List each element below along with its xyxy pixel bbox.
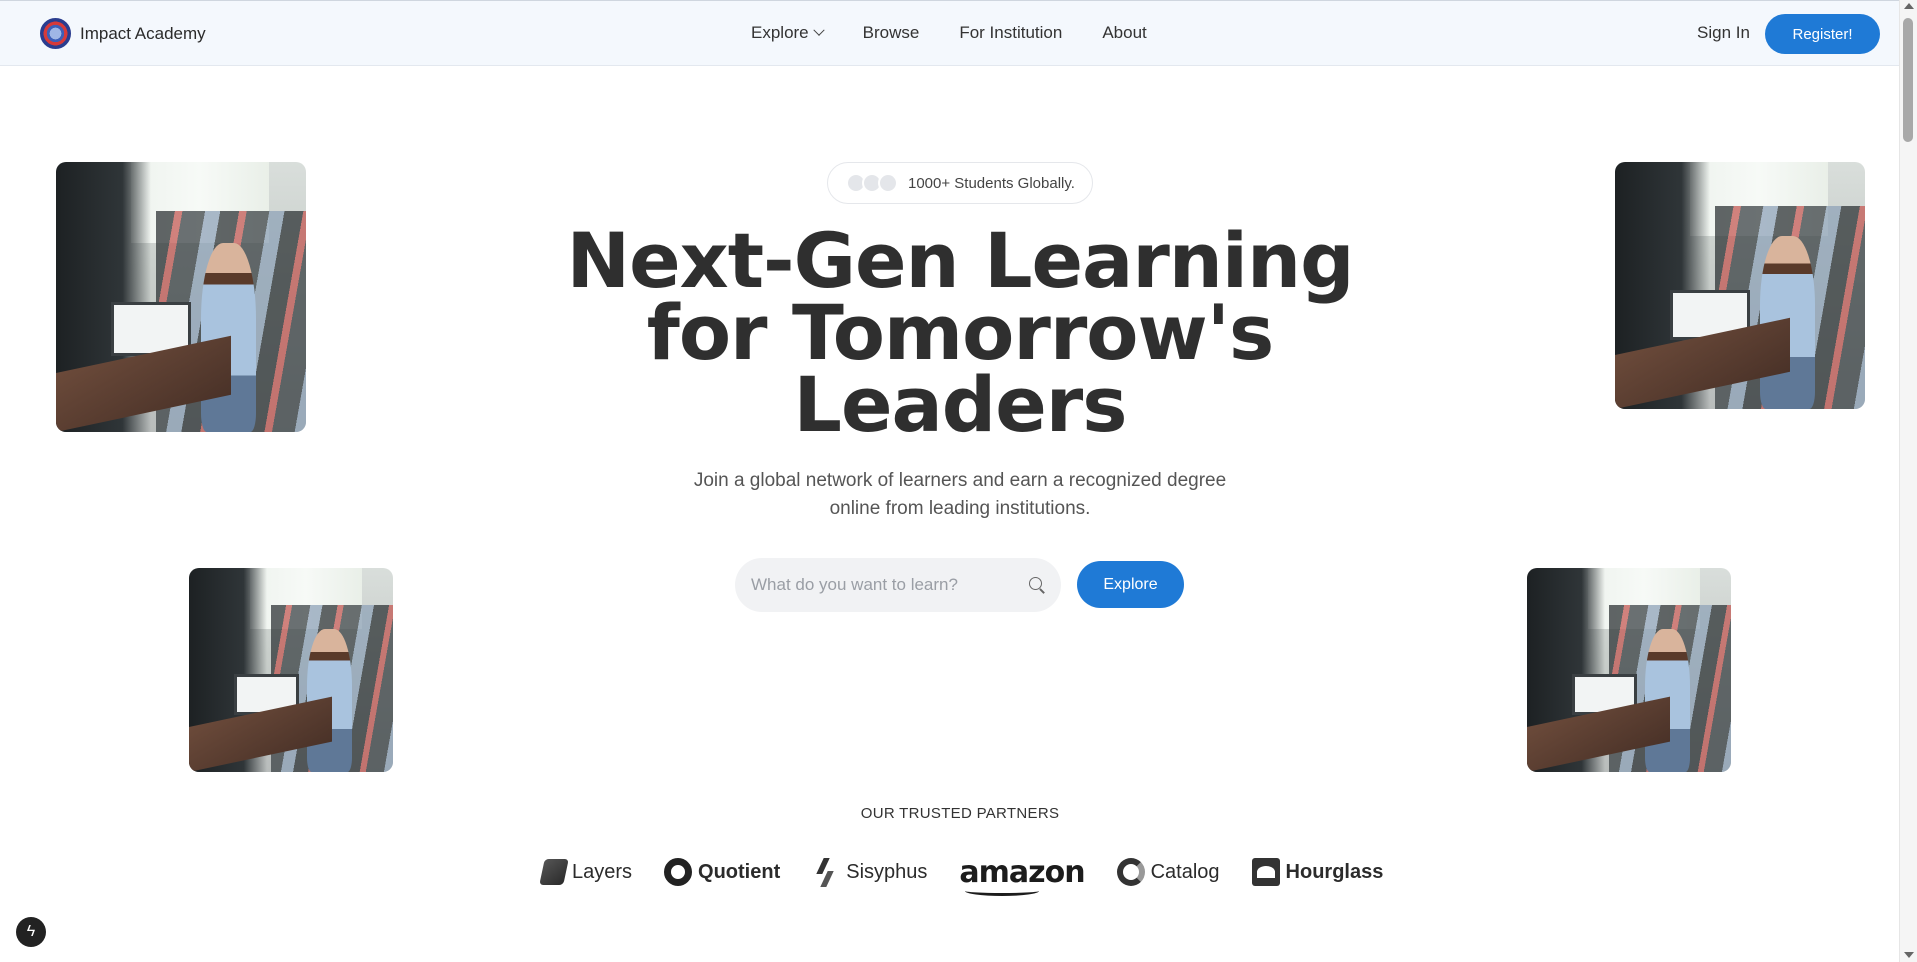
nav-item-browse[interactable]: Browse: [863, 23, 920, 43]
subtext-line: Join a global network of learners and ea…: [693, 470, 1227, 491]
nav-item-about[interactable]: About: [1102, 23, 1146, 43]
search-icon[interactable]: [1029, 577, 1045, 593]
page-scrollbar[interactable]: [1899, 0, 1917, 962]
partner-sisyphus: Sisyphus: [812, 858, 927, 886]
partner-catalog: Catalog: [1116, 858, 1220, 886]
hourglass-icon: [1251, 858, 1280, 886]
partner-hourglass: Hourglass: [1251, 858, 1384, 886]
nav-item-label: Browse: [862, 23, 920, 42]
classroom-photo-top-right: [1615, 162, 1865, 409]
quotient-icon: [664, 858, 693, 886]
headline-line: Leaders: [793, 360, 1128, 449]
scroll-up-arrow-icon[interactable]: [1904, 3, 1914, 9]
academy-logo-icon: [40, 18, 71, 49]
nav-item-label: Explore: [751, 23, 809, 42]
classroom-photo-bottom-left: [189, 568, 393, 772]
avatar: [878, 173, 898, 193]
subtext-line: online from leading institutions.: [829, 498, 1091, 519]
sisyphus-icon: [812, 858, 840, 886]
nav-item-label: For Institution: [959, 23, 1063, 42]
brand-link[interactable]: Impact Academy: [40, 18, 206, 49]
partner-name: amazon: [959, 854, 1085, 890]
partner-name: Quotient: [698, 860, 781, 883]
search-input[interactable]: [751, 575, 1029, 595]
partner-name: Hourglass: [1285, 860, 1384, 883]
explore-button[interactable]: Explore: [1077, 561, 1184, 608]
brand-name: Impact Academy: [80, 23, 206, 43]
classroom-photo-top-left: [56, 162, 306, 432]
lightning-bolt-icon[interactable]: ϟ: [16, 917, 46, 947]
sign-in-link[interactable]: Sign In: [1697, 23, 1750, 43]
hero-subtext: Join a global network of learners and ea…: [660, 467, 1260, 523]
partner-name: Layers: [572, 860, 633, 883]
top-navbar: Impact Academy Explore Browse For Instit…: [0, 0, 1899, 66]
nav-item-for-institution[interactable]: For Institution: [959, 23, 1062, 43]
chevron-down-icon: [812, 24, 825, 36]
badge-text: 1000+ Students Globally.: [908, 174, 1075, 192]
partners-title: OUR TRUSTED PARTNERS: [860, 805, 1060, 822]
catalog-icon: [1116, 858, 1145, 886]
scroll-down-arrow-icon[interactable]: [1904, 952, 1914, 958]
students-badge: 1000+ Students Globally.: [827, 162, 1093, 204]
nav-item-label: About: [1102, 23, 1147, 42]
amazon-smile-icon: [965, 886, 1040, 896]
partner-name: Sisyphus: [846, 860, 928, 883]
register-button[interactable]: Register!: [1765, 14, 1880, 54]
search-box: [735, 558, 1061, 612]
scrollbar-thumb[interactable]: [1903, 18, 1913, 142]
nav-item-explore[interactable]: Explore: [751, 23, 825, 43]
partner-name: Catalog: [1150, 860, 1220, 883]
partner-layers: Layers: [539, 859, 633, 885]
avatar-group: [846, 173, 898, 193]
layers-icon: [539, 859, 569, 885]
partner-logos: Layers Quotient Sisyphus amazon Catalog …: [539, 854, 1384, 896]
hero-headline: Next-Gen Learning for Tomorrow's Leaders: [560, 223, 1360, 443]
classroom-photo-bottom-right: [1527, 568, 1731, 772]
nav-links: Explore Browse For Institution About: [751, 23, 1187, 43]
partner-amazon-logo: amazon: [959, 854, 1086, 896]
partner-quotient: Quotient: [664, 858, 780, 886]
